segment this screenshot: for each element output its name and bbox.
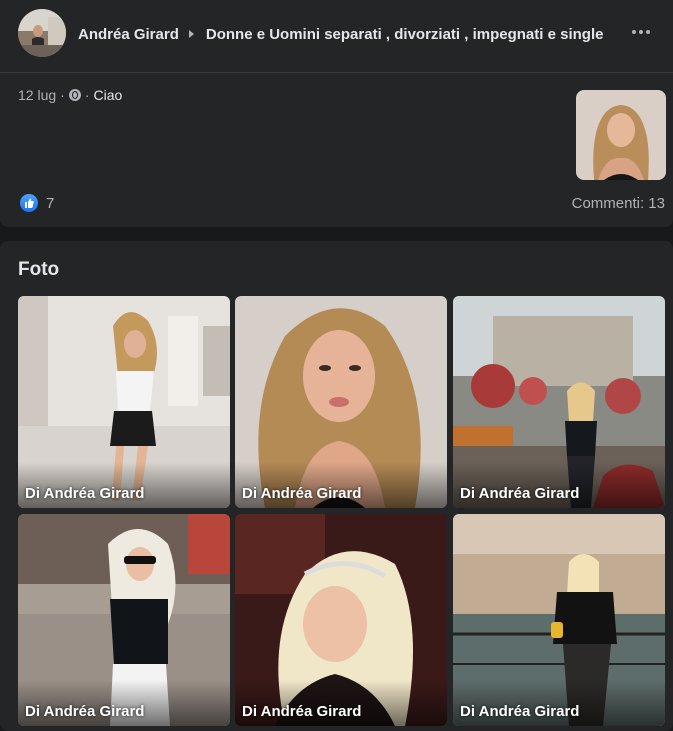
reaction-count: 7 — [46, 194, 55, 212]
post-card: Andréa Girard Donne e Uomini separati , … — [0, 0, 673, 227]
photo-caption: Di Andréa Girard — [460, 703, 580, 720]
author-name-link[interactable]: Andréa Girard — [78, 26, 179, 43]
reactions-summary[interactable]: 7 — [20, 193, 54, 213]
photo-tile[interactable]: Di Andréa Girard — [453, 514, 665, 726]
post-header: Andréa Girard Donne e Uomini separati , … — [0, 0, 673, 73]
separator-dot: · — [60, 87, 65, 103]
separator-dot: · — [84, 87, 90, 103]
author-avatar[interactable] — [18, 9, 66, 57]
photo-caption: Di Andréa Girard — [242, 485, 362, 502]
photo-tile[interactable]: Di Andréa Girard — [18, 514, 230, 726]
photo-tile[interactable]: Di Andréa Girard — [18, 296, 230, 508]
group-name-link[interactable]: Donne e Uomini separati , divorziati , i… — [206, 26, 604, 43]
more-dot-icon — [646, 30, 650, 34]
more-dot-icon — [639, 30, 643, 34]
post-meta: 12 lug · · Ciao — [18, 86, 122, 104]
post-breadcrumb: Andréa Girard Donne e Uomini separati , … — [78, 24, 603, 44]
photo-caption: Di Andréa Girard — [460, 485, 580, 502]
more-options-button[interactable] — [629, 22, 653, 42]
post-message: Ciao — [93, 87, 123, 103]
photo-caption: Di Andréa Girard — [25, 485, 145, 502]
globe-icon — [68, 89, 81, 101]
caret-right-icon — [188, 30, 194, 38]
more-dot-icon — [632, 30, 636, 34]
comments-count-link[interactable]: Commenti: 13 — [572, 195, 665, 212]
post-date-link[interactable]: 12 lug — [18, 87, 56, 103]
photos-section-title: Foto — [18, 259, 60, 280]
post-photo-thumbnail[interactable] — [576, 90, 666, 180]
photo-tile[interactable]: Di Andréa Girard — [453, 296, 665, 508]
photo-tile[interactable]: Di Andréa Girard — [235, 514, 447, 726]
like-icon — [20, 194, 38, 212]
photo-caption: Di Andréa Girard — [25, 703, 145, 720]
photo-caption: Di Andréa Girard — [242, 703, 362, 720]
photo-tile[interactable]: Di Andréa Girard — [235, 296, 447, 508]
